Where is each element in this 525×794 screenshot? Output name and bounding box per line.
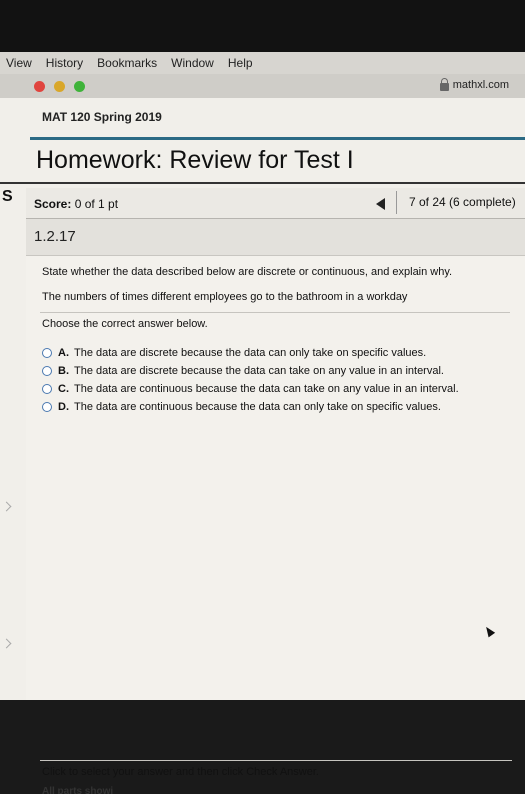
- question-body: State whether the data described below a…: [26, 256, 525, 794]
- menu-window[interactable]: Window: [171, 56, 214, 70]
- footer-instruction: Click to select your answer and then cli…: [42, 766, 319, 778]
- page-content: MAT 120 Spring 2019 Homework: Review for…: [0, 98, 525, 794]
- option-letter: B.: [58, 365, 69, 377]
- question-number-row: 1.2.17: [26, 219, 525, 256]
- radio-button-icon[interactable]: [42, 348, 52, 358]
- footer-divider: [40, 760, 512, 761]
- homework-title: Homework: Review for Test I: [36, 146, 354, 174]
- radio-button-icon[interactable]: [42, 366, 52, 376]
- chevron-right-icon: [1, 501, 12, 512]
- sidebar-letter: S: [2, 188, 13, 205]
- score-label: Score:: [34, 197, 72, 211]
- question-divider: [40, 312, 510, 313]
- option-letter: A.: [58, 347, 69, 359]
- menu-history[interactable]: History: [46, 56, 83, 70]
- score-text: Score: 0 of 1 pt: [34, 197, 118, 211]
- window-controls: [34, 81, 85, 92]
- option-b[interactable]: B. The data are discrete because the dat…: [42, 362, 459, 380]
- radio-button-icon[interactable]: [42, 384, 52, 394]
- option-letter: C.: [58, 383, 69, 395]
- url-text: mathxl.com: [452, 79, 509, 91]
- title-divider: [0, 182, 525, 184]
- option-a[interactable]: A. The data are discrete because the dat…: [42, 344, 459, 362]
- option-text[interactable]: The data are discrete because the data c…: [74, 347, 426, 359]
- chevron-right-icon: [1, 638, 12, 649]
- header-divider: [30, 137, 525, 140]
- footer-partial-text: All parts showi: [42, 786, 114, 794]
- menu-view[interactable]: View: [6, 56, 32, 70]
- address-bar[interactable]: mathxl.com: [439, 77, 509, 91]
- option-d[interactable]: D. The data are continuous because the d…: [42, 398, 459, 416]
- score-row: Score: 0 of 1 pt 7 of 24 (6 complete): [26, 188, 525, 219]
- browser-titlebar: mathxl.com: [0, 74, 525, 98]
- answer-instruction: Choose the correct answer below.: [42, 318, 208, 330]
- question-number: 1.2.17: [34, 228, 76, 245]
- question-statement: The numbers of times different employees…: [42, 291, 408, 303]
- menu-bookmarks[interactable]: Bookmarks: [97, 56, 157, 70]
- minimize-window-button[interactable]: [54, 81, 65, 92]
- option-text[interactable]: The data are continuous because the data…: [74, 383, 459, 395]
- screen-top-bezel: [0, 0, 525, 52]
- close-window-button[interactable]: [34, 81, 45, 92]
- question-progress[interactable]: 7 of 24 (6 complete): [396, 191, 525, 214]
- lock-icon: [439, 77, 449, 91]
- app-menubar: View History Bookmarks Window Help: [0, 52, 525, 74]
- menu-help[interactable]: Help: [228, 56, 253, 70]
- option-c[interactable]: C. The data are continuous because the d…: [42, 380, 459, 398]
- previous-question-icon[interactable]: [376, 198, 385, 210]
- course-title: MAT 120 Spring 2019: [42, 110, 162, 124]
- score-value: 0 of 1 pt: [74, 197, 119, 211]
- option-text[interactable]: The data are discrete because the data c…: [74, 365, 444, 377]
- option-text[interactable]: The data are continuous because the data…: [74, 401, 441, 413]
- option-letter: D.: [58, 401, 69, 413]
- course-header: MAT 120 Spring 2019: [0, 98, 525, 140]
- zoom-window-button[interactable]: [74, 81, 85, 92]
- answer-options: A. The data are discrete because the dat…: [42, 344, 459, 416]
- question-prompt: State whether the data described below a…: [42, 266, 453, 278]
- radio-button-icon[interactable]: [42, 402, 52, 412]
